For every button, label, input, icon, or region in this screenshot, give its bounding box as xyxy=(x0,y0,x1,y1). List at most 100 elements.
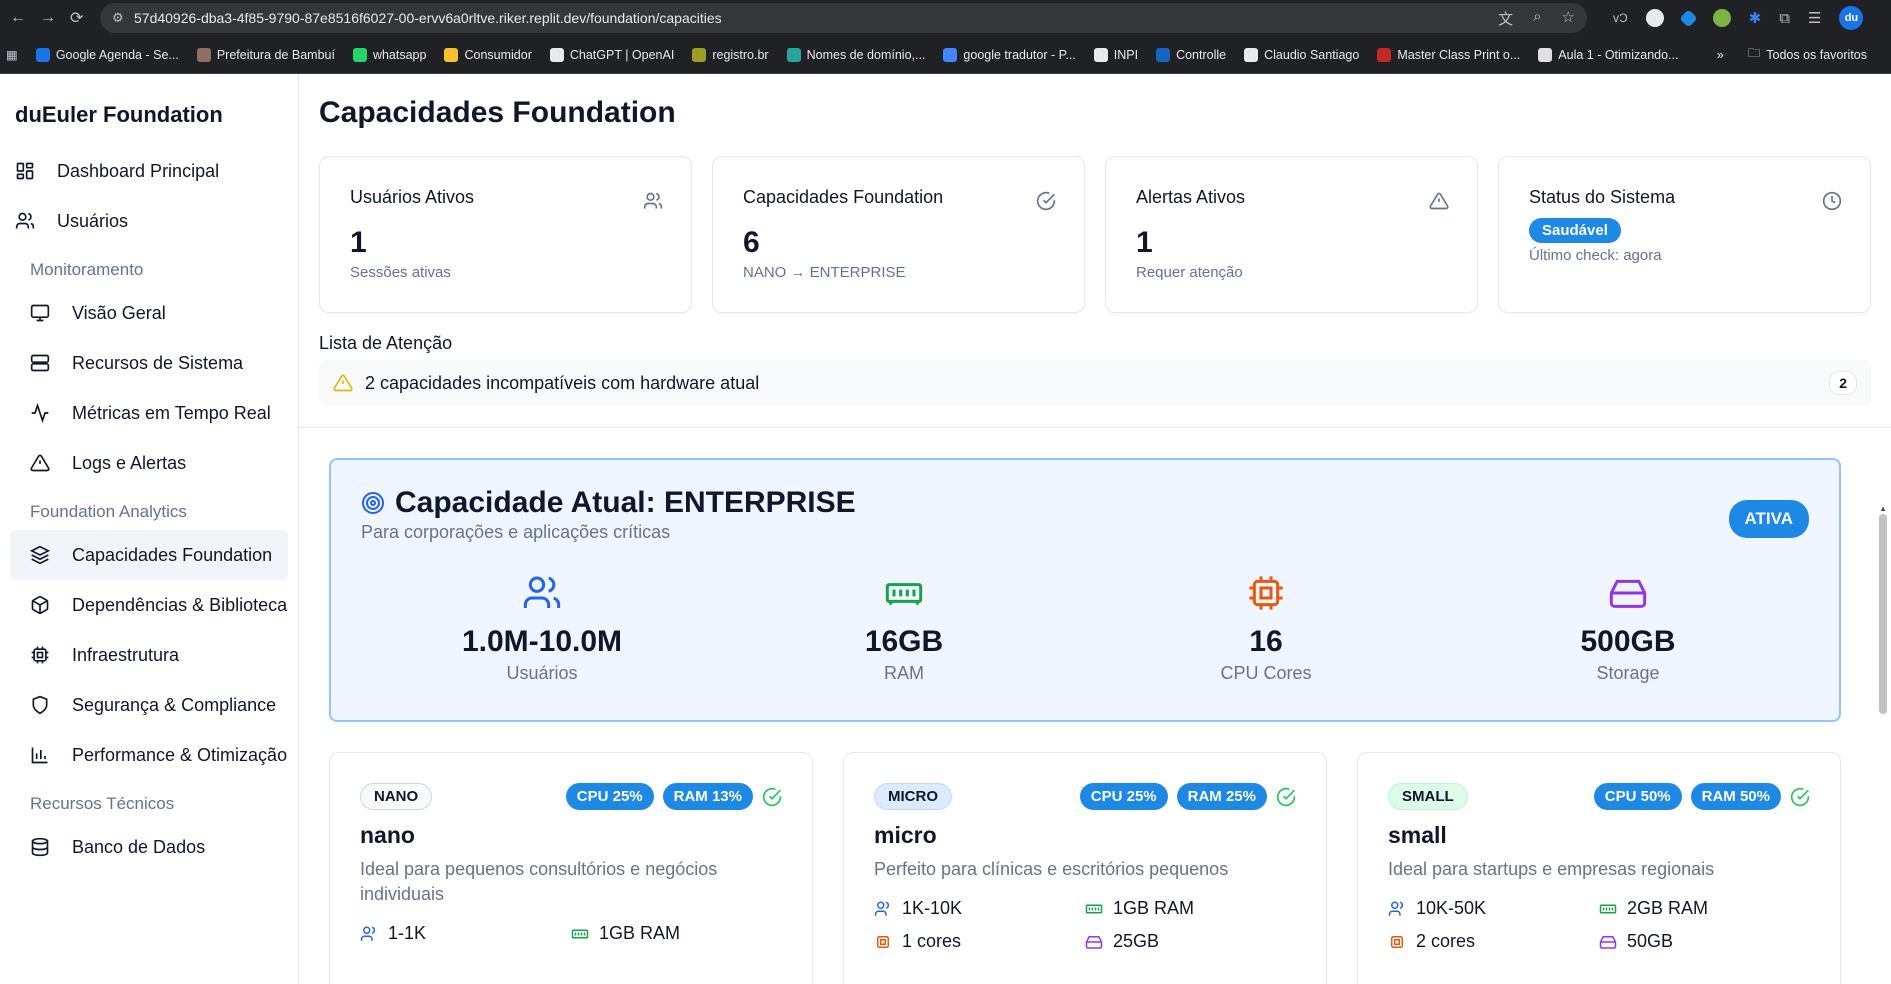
browser-toolbar: ← → ⟳ ⚙ 57d40926-dba3-4f85-9790-87e8516f… xyxy=(0,0,1891,36)
metric-usuarios: 1.0M-10.0M Usuários xyxy=(361,573,723,684)
bookmark-star-icon[interactable]: ☆ xyxy=(1562,8,1575,29)
extension-icon[interactable] xyxy=(1645,9,1664,27)
nav-seguranca-compliance[interactable]: Segurança & Compliance xyxy=(10,680,288,730)
nav-logs-e-alertas[interactable]: Logs e Alertas xyxy=(10,438,288,488)
nav-visao-geral[interactable]: Visão Geral xyxy=(10,288,288,338)
extension-icon[interactable]: ✱ xyxy=(1749,9,1762,27)
translate-icon[interactable]: 文 xyxy=(1498,8,1513,29)
scrollbar-thumb[interactable] xyxy=(1879,514,1887,714)
capacity-card-small[interactable]: SMALL CPU 50% RAM 50% small Ideal para s… xyxy=(1357,752,1841,984)
profile-avatar[interactable]: du xyxy=(1839,6,1864,30)
bookmark-label: INPI xyxy=(1113,47,1139,62)
attention-item[interactable]: 2 capacidades incompatíveis com hardware… xyxy=(319,360,1871,406)
spec-ram: 1GB RAM xyxy=(571,923,782,944)
bookmark-item[interactable]: Claudio Santiago xyxy=(1244,47,1359,62)
capacity-card-micro[interactable]: MICRO CPU 25% RAM 25% micro Perfeito par… xyxy=(843,752,1327,984)
nav-dashboard-principal[interactable]: Dashboard Principal xyxy=(10,146,288,196)
spec-value: 1K-10K xyxy=(902,898,963,918)
extension-icon[interactable]: vƆ xyxy=(1613,11,1628,25)
bookmark-label: Aula 1 - Otimizando... xyxy=(1558,47,1679,62)
nav-recursos-de-sistema[interactable]: Recursos de Sistema xyxy=(10,338,288,388)
reading-list-icon[interactable]: ☰ xyxy=(1808,9,1821,27)
page-title: Capacidades Foundation xyxy=(319,96,676,129)
spec-value: 50GB xyxy=(1627,931,1674,951)
extension-icon[interactable] xyxy=(1712,9,1731,27)
extension-icon[interactable] xyxy=(1678,8,1698,28)
bookmark-label: google tradutor - P... xyxy=(963,47,1076,62)
bookmark-item[interactable]: Consumidor xyxy=(444,47,532,62)
bookmark-item[interactable]: Master Class Print o... xyxy=(1377,47,1520,62)
metric-label: CPU Cores xyxy=(1220,663,1312,683)
reload-icon[interactable]: ⟳ xyxy=(70,8,83,28)
scroll-up-arrow[interactable]: ▲ xyxy=(1879,504,1887,513)
bookmark-favicon-icon xyxy=(35,47,50,62)
stat-subtitle: Requer atenção xyxy=(1136,264,1243,281)
bookmark-item[interactable]: Nomes de domínio,... xyxy=(786,47,925,62)
zoom-icon[interactable]: ⌕ xyxy=(1533,8,1541,29)
bookmark-favicon-icon xyxy=(1538,47,1553,62)
spec-value: 1GB RAM xyxy=(1113,898,1195,918)
current-capacity-description: Para corporações e aplicações críticas xyxy=(361,522,671,542)
forward-icon[interactable]: → xyxy=(40,9,56,27)
users-icon xyxy=(523,576,561,608)
metric-label: RAM xyxy=(884,663,924,683)
nav-label: Recursos de Sistema xyxy=(72,352,244,373)
sidebar: duEuler Foundation Dashboard Principal U… xyxy=(0,74,299,984)
monitor-icon xyxy=(30,304,50,322)
url-text[interactable]: 57d40926-dba3-4f85-9790-87e8516f6027-00-… xyxy=(134,10,1498,26)
metric-value: 16GB xyxy=(864,625,944,658)
more-bookmarks-button[interactable]: » xyxy=(1717,48,1724,62)
bookmark-item[interactable]: Google Agenda - Se... xyxy=(35,47,179,62)
bookmark-favicon-icon xyxy=(549,47,564,62)
bookmark-favicon-icon xyxy=(352,47,367,62)
nav-dependencias-bibliotecas[interactable]: Dependências & Bibliotecas xyxy=(10,580,288,630)
users-icon xyxy=(643,192,663,209)
bookmark-favicon-icon xyxy=(1093,47,1108,62)
capacity-description: Perfeito para clínicas e escritórios peq… xyxy=(874,859,1229,879)
bookmark-item[interactable]: INPI xyxy=(1093,47,1139,62)
stat-value: 1 xyxy=(1136,226,1153,259)
bookmark-favicon-icon xyxy=(196,47,211,62)
all-bookmarks-folder[interactable]: 🗀 Todos os favoritos xyxy=(1748,44,1867,65)
main-content: Capacidades Foundation Usuários Ativos 1… xyxy=(299,74,1891,984)
capacities-scroll-area[interactable]: Capacidade Atual: ENTERPRISE Para corpor… xyxy=(299,428,1891,984)
bookmark-item[interactable]: Controlle xyxy=(1156,47,1226,62)
nav-infraestrutura[interactable]: Infraestrutura xyxy=(10,630,288,680)
bookmark-item[interactable]: Prefeitura de Bambuí xyxy=(196,47,335,62)
bookmarks-bar: ▦ Google Agenda - Se... Prefeitura de Bam… xyxy=(0,36,1891,74)
bookmark-item[interactable]: google tradutor - P... xyxy=(943,47,1076,62)
nav-usuarios[interactable]: Usuários xyxy=(10,196,288,246)
spec-value: 1-1K xyxy=(388,923,427,943)
spec-ram: 1GB RAM xyxy=(1085,898,1296,919)
bookmark-label: Prefeitura de Bambuí xyxy=(216,47,335,62)
bookmark-item[interactable]: ChatGPT | OpenAI xyxy=(549,47,674,62)
stat-title: Usuários Ativos xyxy=(350,187,475,207)
address-bar[interactable]: ⚙ 57d40926-dba3-4f85-9790-87e8516f6027-0… xyxy=(100,3,1587,33)
nav-capacidades-foundation[interactable]: Capacidades Foundation xyxy=(10,530,288,580)
nav-label: Capacidades Foundation xyxy=(72,544,273,565)
back-icon[interactable]: ← xyxy=(10,9,26,27)
nav-banco-de-dados[interactable]: Banco de Dados xyxy=(10,822,288,872)
check-circle-icon xyxy=(762,787,782,806)
spec-value: 1GB RAM xyxy=(599,923,681,943)
alert-icon xyxy=(1429,192,1449,210)
stat-subtitle: NANO → ENTERPRISE xyxy=(743,264,906,281)
metric-value: 16 xyxy=(1249,625,1283,658)
bookmark-item[interactable]: Aula 1 - Otimizando... xyxy=(1538,47,1679,62)
capacity-name: nano xyxy=(360,822,415,848)
puzzle-icon[interactable]: ⧉ xyxy=(1779,10,1790,27)
spec-value: 2 cores xyxy=(1416,931,1476,951)
nav-metricas-tempo-real[interactable]: Métricas em Tempo Real xyxy=(10,388,288,438)
bookmark-item[interactable]: whatsapp xyxy=(352,47,426,62)
current-capacity-panel: Capacidade Atual: ENTERPRISE Para corpor… xyxy=(329,458,1841,722)
capacity-card-nano[interactable]: NANO CPU 25% RAM 13% nano Ideal para peq… xyxy=(329,752,813,984)
users-icon xyxy=(1388,901,1404,916)
spec-storage: 50GB xyxy=(1599,931,1810,952)
metric-label: Usuários xyxy=(506,663,578,683)
site-info-icon[interactable]: ⚙ xyxy=(112,10,134,26)
check-circle-icon xyxy=(1790,787,1810,806)
bookmark-item[interactable]: registro.br xyxy=(692,47,769,62)
nav-performance-otimizacao[interactable]: Performance & Otimização xyxy=(10,730,288,780)
apps-icon[interactable]: ▦ xyxy=(6,47,18,62)
metric-storage: 500GB Storage xyxy=(1447,573,1809,684)
